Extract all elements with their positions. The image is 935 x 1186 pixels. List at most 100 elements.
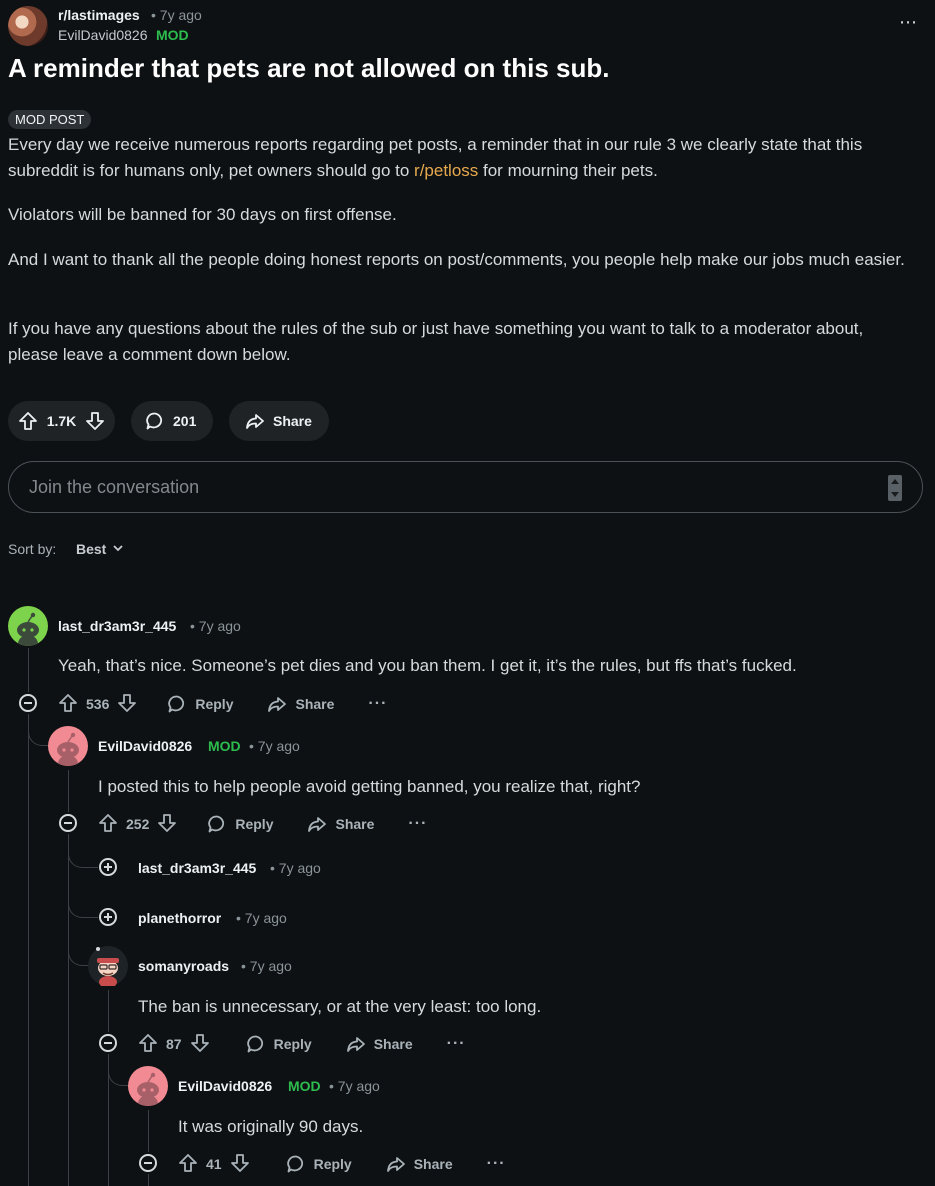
comment-bubble-icon <box>145 411 165 431</box>
upvote-icon[interactable] <box>18 411 38 431</box>
collapse-thread-icon[interactable] <box>59 814 77 832</box>
chevron-down-icon <box>112 541 124 557</box>
subreddit-avatar[interactable] <box>8 6 48 46</box>
comment-time: • 7y ago <box>190 618 241 634</box>
share-button[interactable]: Share <box>229 401 329 441</box>
comment-text: It was originally 90 days. <box>178 1117 364 1136</box>
share-label: Share <box>295 696 335 712</box>
more-options-icon[interactable]: ··· <box>368 695 387 713</box>
downvote-icon[interactable] <box>190 1033 210 1056</box>
reply-label: Reply <box>195 696 234 712</box>
comment-author[interactable]: EvilDavid0826 <box>178 1078 272 1094</box>
share-arrow-icon <box>268 697 287 712</box>
mod-badge: MOD <box>288 1078 321 1094</box>
comment-composer[interactable]: Join the conversation <box>8 461 923 513</box>
comment-author[interactable]: somanyroads <box>138 958 229 974</box>
thread-line[interactable] <box>28 714 29 1186</box>
post-body-paragraph: Violators will be banned for 30 days on … <box>8 205 397 224</box>
more-options-icon[interactable]: ⋯ <box>899 12 917 33</box>
reply-button[interactable]: Reply <box>167 694 233 714</box>
downvote-icon[interactable] <box>230 1153 250 1176</box>
post-flair: MOD POST <box>8 110 92 129</box>
collapse-thread-icon[interactable] <box>139 1154 157 1172</box>
thread-elbow <box>108 1062 128 1086</box>
collapse-thread-icon[interactable] <box>99 1034 117 1052</box>
comment-text: I posted this to help people avoid getti… <box>98 777 641 796</box>
reply-label: Reply <box>273 1036 312 1052</box>
upvote-icon[interactable] <box>138 1033 158 1056</box>
more-options-icon[interactable]: ··· <box>447 1035 466 1053</box>
comment-actions: 536 Reply Share ··· <box>58 692 387 716</box>
share-label: Share <box>413 1156 453 1172</box>
comment-actions: 252 Reply Share ··· <box>98 812 427 836</box>
downvote-icon[interactable] <box>117 693 137 716</box>
downvote-icon[interactable] <box>85 411 105 431</box>
thread-elbow <box>68 890 98 918</box>
comment-score: 252 <box>126 816 150 832</box>
thread-elbow <box>68 842 98 868</box>
comment-author[interactable]: last_dr3am3r_445 <box>58 618 176 634</box>
post-body-paragraph: Every day we receive numerous reports re… <box>8 132 913 184</box>
upvote-icon[interactable] <box>58 693 78 716</box>
share-arrow-icon <box>308 817 327 832</box>
share-label: Share <box>273 413 312 429</box>
more-options-icon[interactable]: ··· <box>408 815 427 833</box>
post-author-mod-badge: MOD <box>156 27 189 43</box>
post-body-paragraph: If you have any questions about the rule… <box>8 319 864 364</box>
expand-thread-icon[interactable] <box>99 858 117 876</box>
comment-score: 87 <box>166 1036 182 1052</box>
more-options-icon[interactable]: ··· <box>487 1155 506 1173</box>
comment-author[interactable]: EvilDavid0826 <box>98 738 192 754</box>
sort-dropdown[interactable]: Best <box>76 541 124 557</box>
petloss-link[interactable]: r/petloss <box>414 161 478 180</box>
thread-line[interactable] <box>148 1110 149 1152</box>
share-label: Share <box>335 816 375 832</box>
share-button[interactable]: Share <box>346 1034 413 1054</box>
comment-time: • 7y ago <box>329 1078 380 1094</box>
comment-author[interactable]: last_dr3am3r_445 <box>138 860 256 876</box>
comment-text: Yeah, that’s nice. Someone’s pet dies an… <box>58 656 797 675</box>
comment-bubble-icon <box>168 695 185 713</box>
sort-label: Sort by: <box>8 541 57 557</box>
composer-scroll-arrows-icon[interactable] <box>888 475 902 501</box>
downvote-icon[interactable] <box>157 813 177 836</box>
share-label: Share <box>373 1036 413 1052</box>
upvote-icon[interactable] <box>98 813 118 836</box>
post-body-text: for mourning their pets. <box>478 161 658 180</box>
avatar[interactable] <box>48 726 88 766</box>
post-body-paragraph: And I want to thank all the people doing… <box>8 250 905 269</box>
post-vote-pill: 1.7K <box>8 401 115 441</box>
thread-line[interactable] <box>68 834 69 1186</box>
thread-line[interactable] <box>28 648 29 692</box>
reply-button[interactable]: Reply <box>286 1154 352 1174</box>
comments-button[interactable]: 201 <box>131 401 213 441</box>
comment-text: The ban is unnecessary, or at the very l… <box>138 997 542 1016</box>
share-button[interactable]: Share <box>307 814 374 834</box>
thread-line[interactable] <box>68 770 69 812</box>
expand-thread-icon[interactable] <box>99 908 117 926</box>
post-author[interactable]: EvilDavid0826 <box>58 27 148 43</box>
avatar[interactable] <box>8 606 48 646</box>
thread-line[interactable] <box>148 1174 149 1186</box>
post-score: 1.7K <box>46 413 77 429</box>
share-arrow-icon <box>346 1037 365 1052</box>
avatar[interactable] <box>88 946 128 986</box>
comment-count: 201 <box>173 413 197 429</box>
sort-value: Best <box>76 541 107 557</box>
avatar[interactable] <box>128 1066 168 1106</box>
comment-bubble-icon <box>246 1035 263 1053</box>
thread-elbow <box>68 940 88 966</box>
reply-button[interactable]: Reply <box>246 1034 312 1054</box>
upvote-icon[interactable] <box>178 1153 198 1176</box>
comment-time: • 7y ago <box>249 738 300 754</box>
comment-author[interactable]: planethorror <box>138 910 221 926</box>
thread-line[interactable] <box>108 990 109 1032</box>
reply-button[interactable]: Reply <box>207 814 273 834</box>
collapse-thread-icon[interactable] <box>19 694 37 712</box>
share-button[interactable]: Share <box>386 1154 453 1174</box>
share-button[interactable]: Share <box>267 694 334 714</box>
subreddit-name[interactable]: r/lastimages <box>58 7 140 23</box>
comment-time: • 7y ago <box>270 860 321 876</box>
share-arrow-icon <box>386 1157 405 1172</box>
reply-label: Reply <box>235 816 274 832</box>
